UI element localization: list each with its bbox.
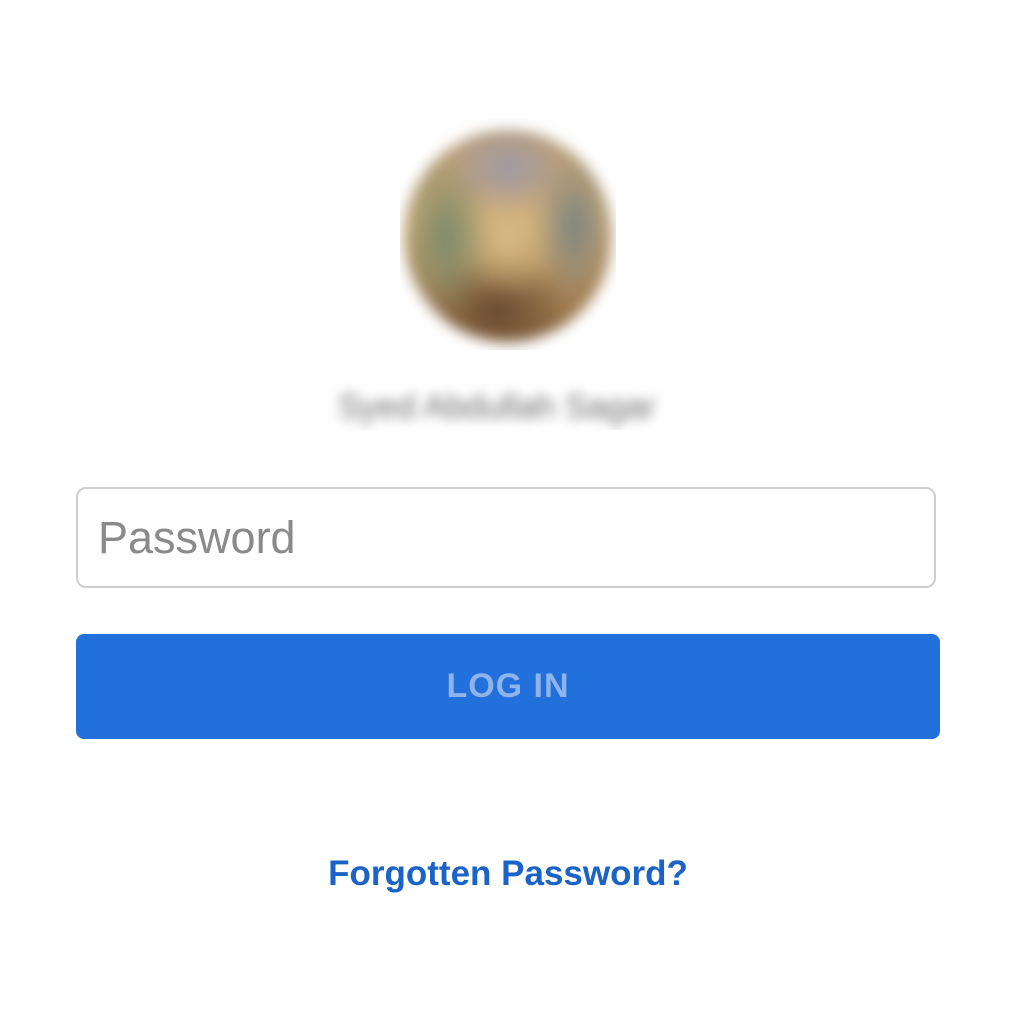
profile-name-container: Syed Abdullah Sagar — [318, 376, 702, 430]
forgot-password-link[interactable]: Forgotten Password? — [0, 854, 1016, 894]
avatar — [404, 130, 612, 342]
login-button[interactable]: LOG IN — [76, 634, 940, 739]
profile-name: Syed Abdullah Sagar — [338, 388, 656, 426]
avatar-container — [400, 118, 616, 350]
password-input[interactable] — [76, 487, 936, 588]
